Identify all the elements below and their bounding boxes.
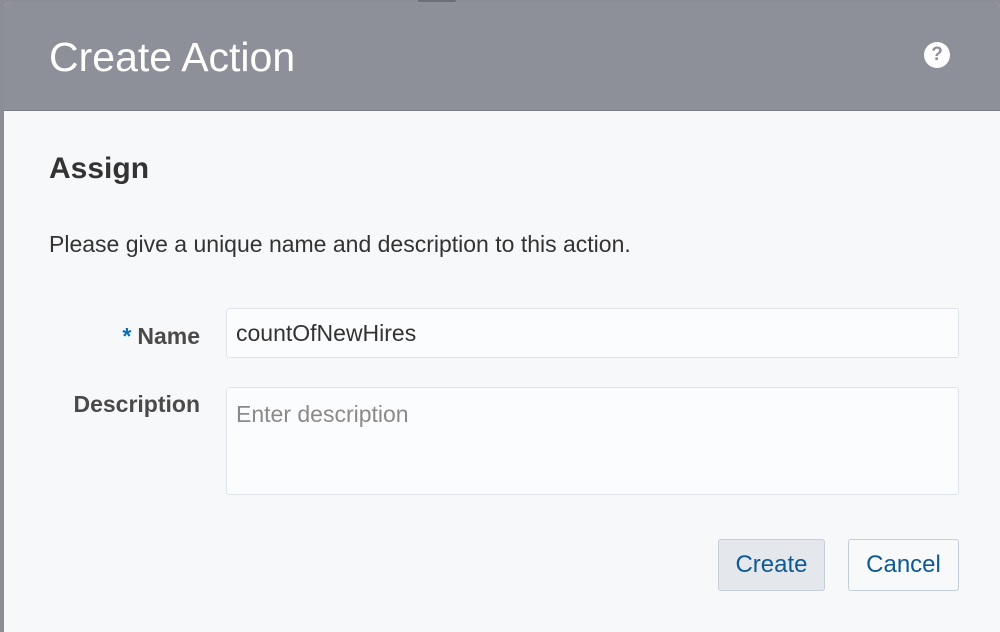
description-input[interactable]: [226, 387, 959, 495]
dialog-body: Assign Please give a unique name and des…: [4, 111, 1000, 632]
instructions-text: Please give a unique name and descriptio…: [49, 231, 631, 257]
help-icon[interactable]: ?: [924, 42, 950, 68]
create-action-dialog: Create Action ? Assign Please give a uni…: [4, 2, 1000, 632]
description-label: Description: [73, 391, 200, 417]
create-button[interactable]: Create: [718, 539, 825, 591]
question-mark-icon: ?: [931, 44, 943, 65]
name-input[interactable]: [226, 308, 959, 358]
required-indicator: *: [122, 323, 132, 349]
dialog-header: Create Action ?: [4, 2, 1000, 111]
name-label: * Name: [122, 322, 200, 350]
dialog-title: Create Action: [49, 34, 296, 80]
section-title: Assign: [49, 152, 150, 185]
name-label-text: Name: [137, 323, 200, 349]
cancel-button[interactable]: Cancel: [848, 539, 959, 591]
